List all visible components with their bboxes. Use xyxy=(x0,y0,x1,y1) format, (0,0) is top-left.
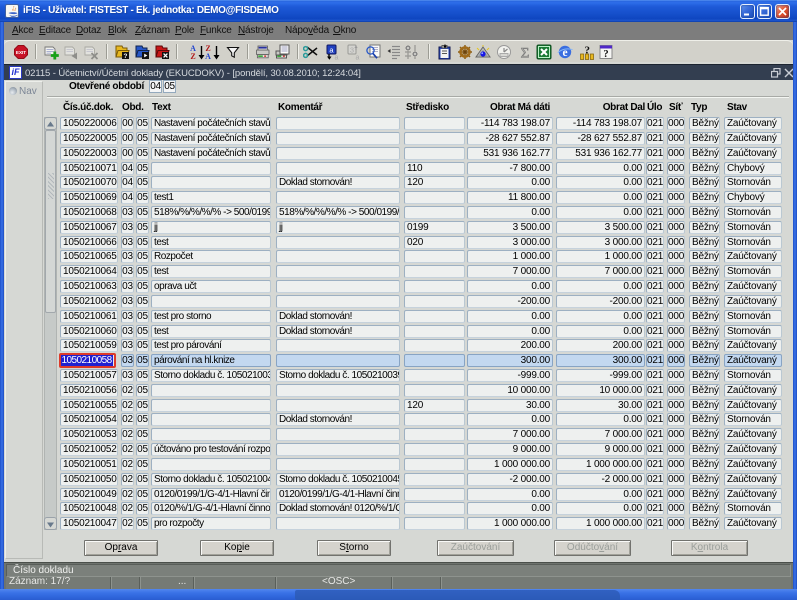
svg-text:EXIT: EXIT xyxy=(16,50,26,55)
svg-text:?: ? xyxy=(124,53,128,60)
svg-text:Z: Z xyxy=(190,52,195,60)
svg-text:3: 3 xyxy=(350,45,354,54)
svg-text:Σ: Σ xyxy=(521,46,530,61)
svg-text:A: A xyxy=(205,52,211,60)
svg-text:?: ? xyxy=(603,49,608,60)
svg-text:?: ? xyxy=(584,45,590,57)
svg-text:a: a xyxy=(356,55,360,61)
svg-text:a: a xyxy=(335,55,339,61)
